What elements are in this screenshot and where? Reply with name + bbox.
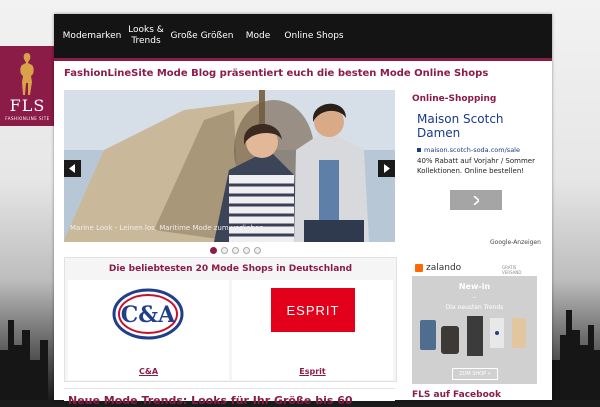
page-container: Modemarken Looks & Trends Große Größen M… [54,14,552,407]
ad-url[interactable]: maison.scotch-soda.com/sale [417,146,520,154]
main-navigation: Modemarken Looks & Trends Große Größen M… [54,14,552,61]
slider-dot[interactable] [221,247,228,254]
ca-logo[interactable]: C&A [112,288,184,340]
esprit-logo[interactable]: ESPRIT [271,288,355,332]
image-slider[interactable]: Marine Look - Leinen los, Maritime Mode … [64,90,395,242]
ad-go-button[interactable] [450,190,502,210]
nav-item-looks-trends[interactable]: Looks & Trends [128,14,164,58]
slider-image [64,90,395,242]
chevron-right-icon [473,195,479,205]
article-preview-box: Neue Mode Trends: Looks für Ihr Größe bi… [64,388,395,407]
ad-title[interactable]: Maison Scotch Damen [417,112,544,140]
slider-dot[interactable] [254,247,261,254]
free-shipping-badge: GRATIS VERSAND [502,265,522,275]
zalando-shop-button[interactable]: ZUM SHOP » [452,368,498,380]
shop-card[interactable]: C&A C&A [68,280,229,380]
slider-dot[interactable] [210,247,217,254]
google-ad[interactable]: Maison Scotch Damen maison.scotch-soda.c… [412,106,544,249]
slider-prev-button[interactable] [64,160,81,177]
facebook-heading: FLS auf Facebook [412,390,501,400]
article-title[interactable]: Neue Mode Trends: Looks für Ihr Größe bi… [68,394,393,407]
logo-text: FLS [9,96,46,115]
zalando-logo: zalando [426,263,462,273]
slider-caption[interactable]: Marine Look - Leinen los, Maritime Mode … [70,224,264,232]
nav-item-online-shops[interactable]: Online Shops [282,14,346,58]
chevron-left-icon [69,164,75,173]
link-square-icon [417,148,421,152]
nav-item-grosse-groessen[interactable]: Große Größen [170,14,234,58]
slider-dot[interactable] [232,247,239,254]
slider-pagination [210,247,261,254]
zalando-banner[interactable]: zalando GRATIS VERSAND New-in – Die neus… [412,260,537,384]
shop-link[interactable]: Esprit [232,367,393,376]
logo-subtext: FASHIONLINE SITE [5,116,50,121]
chevron-right-icon [384,164,390,173]
zalando-dash: – [472,293,477,301]
popular-shops-title: Die beliebtesten 20 Mode Shops in Deutsc… [108,264,353,274]
zalando-icon [415,264,423,272]
nav-item-mode[interactable]: Mode [240,14,276,58]
esprit-logo-text: ESPRIT [287,303,340,318]
page-headline: FashionLineSite Mode Blog präsentiert eu… [64,68,489,79]
site-logo[interactable]: FLS FASHIONLINE SITE [0,46,55,126]
ad-url-text: maison.scotch-soda.com/sale [424,146,520,154]
ad-choices-label[interactable]: Google-Anzeigen [490,239,541,246]
nav-item-modemarken[interactable]: Modemarken [60,14,124,58]
zalando-new-in: New-in [458,282,491,291]
popular-shops-box: Die beliebtesten 20 Mode Shops in Deutsc… [64,257,397,382]
shop-card[interactable]: ESPRIT Esprit [232,280,393,380]
ca-logo-text: C&A [121,302,176,328]
zalando-header: zalando GRATIS VERSAND [412,260,537,276]
online-shopping-heading: Online-Shopping [412,94,497,104]
woman-silhouette-icon [20,53,34,95]
slider-next-button[interactable] [378,160,395,177]
slider-dot[interactable] [243,247,250,254]
shop-link[interactable]: C&A [68,367,229,376]
zalando-subtitle: Die neusten Trends [445,304,504,311]
ad-text: 40% Rabatt auf Vorjahr / Sommer Kollekti… [417,157,535,175]
